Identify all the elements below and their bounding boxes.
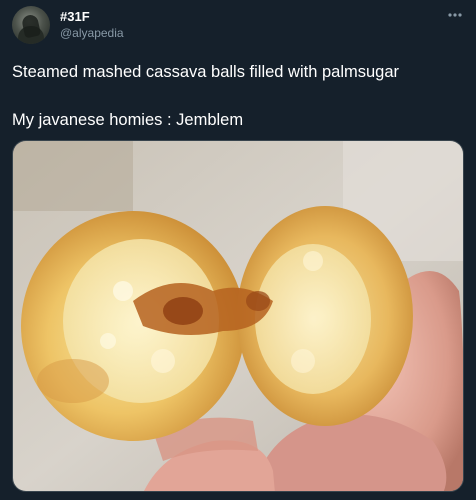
more-options-icon[interactable] bbox=[446, 10, 464, 20]
tweet-card: #31F @alyapedia Steamed mashed cassava b… bbox=[0, 0, 476, 500]
user-handle[interactable]: @alyapedia bbox=[60, 26, 124, 40]
tweet-text-line-1: Steamed mashed cassava balls filled with… bbox=[12, 63, 400, 81]
display-name[interactable]: #31F bbox=[60, 9, 90, 24]
jemblem-photo-illustration bbox=[13, 141, 463, 491]
tweet-photo[interactable] bbox=[12, 140, 464, 492]
avatar-silhouette-head bbox=[20, 13, 42, 39]
avatar[interactable] bbox=[12, 6, 50, 44]
tweet-text-line-2: My javanese homies : Jemblem bbox=[12, 111, 244, 129]
